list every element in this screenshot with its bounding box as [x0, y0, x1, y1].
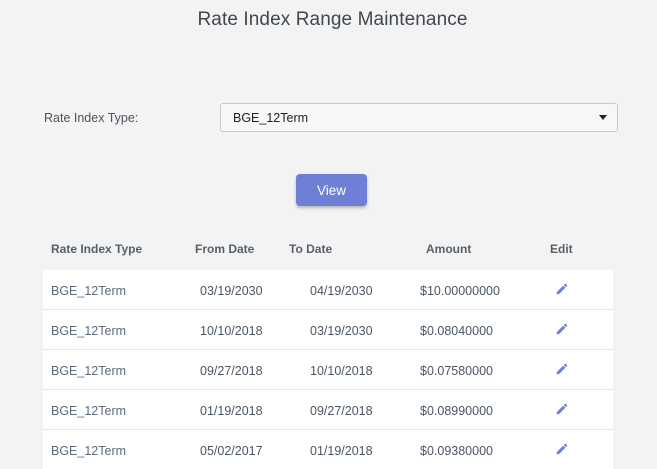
cell-rate-index-type: BGE_12Term: [51, 284, 127, 298]
cell-from-date: 10/10/2018: [200, 324, 263, 338]
cell-amount: $0.08040000: [420, 324, 493, 338]
rate-index-type-select[interactable]: BGE_12Term: [220, 103, 618, 132]
cell-amount: $10.00000000: [420, 284, 500, 298]
header-from-date: From Date: [195, 242, 255, 256]
header-edit: Edit: [550, 242, 573, 256]
cell-amount: $0.09380000: [420, 444, 493, 458]
table-row: BGE_12Term 09/27/2018 10/10/2018 $0.0758…: [43, 350, 613, 390]
cell-rate-index-type: BGE_12Term: [51, 404, 127, 418]
cell-to-date: 10/10/2018: [310, 364, 373, 378]
cell-rate-index-type: BGE_12Term: [51, 444, 127, 458]
rate-index-range-page: Rate Index Range Maintenance Rate Index …: [0, 0, 657, 469]
table-row: BGE_12Term 05/02/2017 01/19/2018 $0.0938…: [43, 430, 613, 469]
rate-index-type-label: Rate Index Type:: [44, 111, 139, 125]
rate-index-type-selected-value: BGE_12Term: [233, 110, 309, 125]
chevron-down-icon: [599, 115, 607, 120]
page-title: Rate Index Range Maintenance: [197, 9, 468, 30]
cell-from-date: 01/19/2018: [200, 404, 263, 418]
cell-to-date: 04/19/2030: [310, 284, 373, 298]
cell-to-date: 01/19/2018: [310, 444, 373, 458]
pencil-icon[interactable]: [555, 322, 569, 336]
cell-from-date: 03/19/2030: [200, 284, 263, 298]
cell-from-date: 05/02/2017: [200, 444, 263, 458]
table-row: BGE_12Term 01/19/2018 09/27/2018 $0.0899…: [43, 390, 613, 430]
header-to-date: To Date: [289, 242, 333, 256]
table-row: BGE_12Term 10/10/2018 03/19/2030 $0.0804…: [43, 310, 613, 350]
cell-rate-index-type: BGE_12Term: [51, 364, 127, 378]
header-rate-index-type: Rate Index Type: [51, 242, 143, 256]
cell-to-date: 09/27/2018: [310, 404, 373, 418]
cell-to-date: 03/19/2030: [310, 324, 373, 338]
cell-amount: $0.07580000: [420, 364, 493, 378]
cell-rate-index-type: BGE_12Term: [51, 324, 127, 338]
view-button[interactable]: View: [296, 174, 367, 206]
cell-from-date: 09/27/2018: [200, 364, 263, 378]
table-header: Rate Index Type From Date To Date Amount…: [44, 242, 614, 258]
cell-amount: $0.08990000: [420, 404, 493, 418]
pencil-icon[interactable]: [555, 442, 569, 456]
header-amount: Amount: [426, 242, 472, 256]
table-body: BGE_12Term 03/19/2030 04/19/2030 $10.000…: [43, 270, 613, 469]
table-row: BGE_12Term 03/19/2030 04/19/2030 $10.000…: [43, 270, 613, 310]
pencil-icon[interactable]: [555, 362, 569, 376]
pencil-icon[interactable]: [555, 282, 569, 296]
pencil-icon[interactable]: [555, 402, 569, 416]
